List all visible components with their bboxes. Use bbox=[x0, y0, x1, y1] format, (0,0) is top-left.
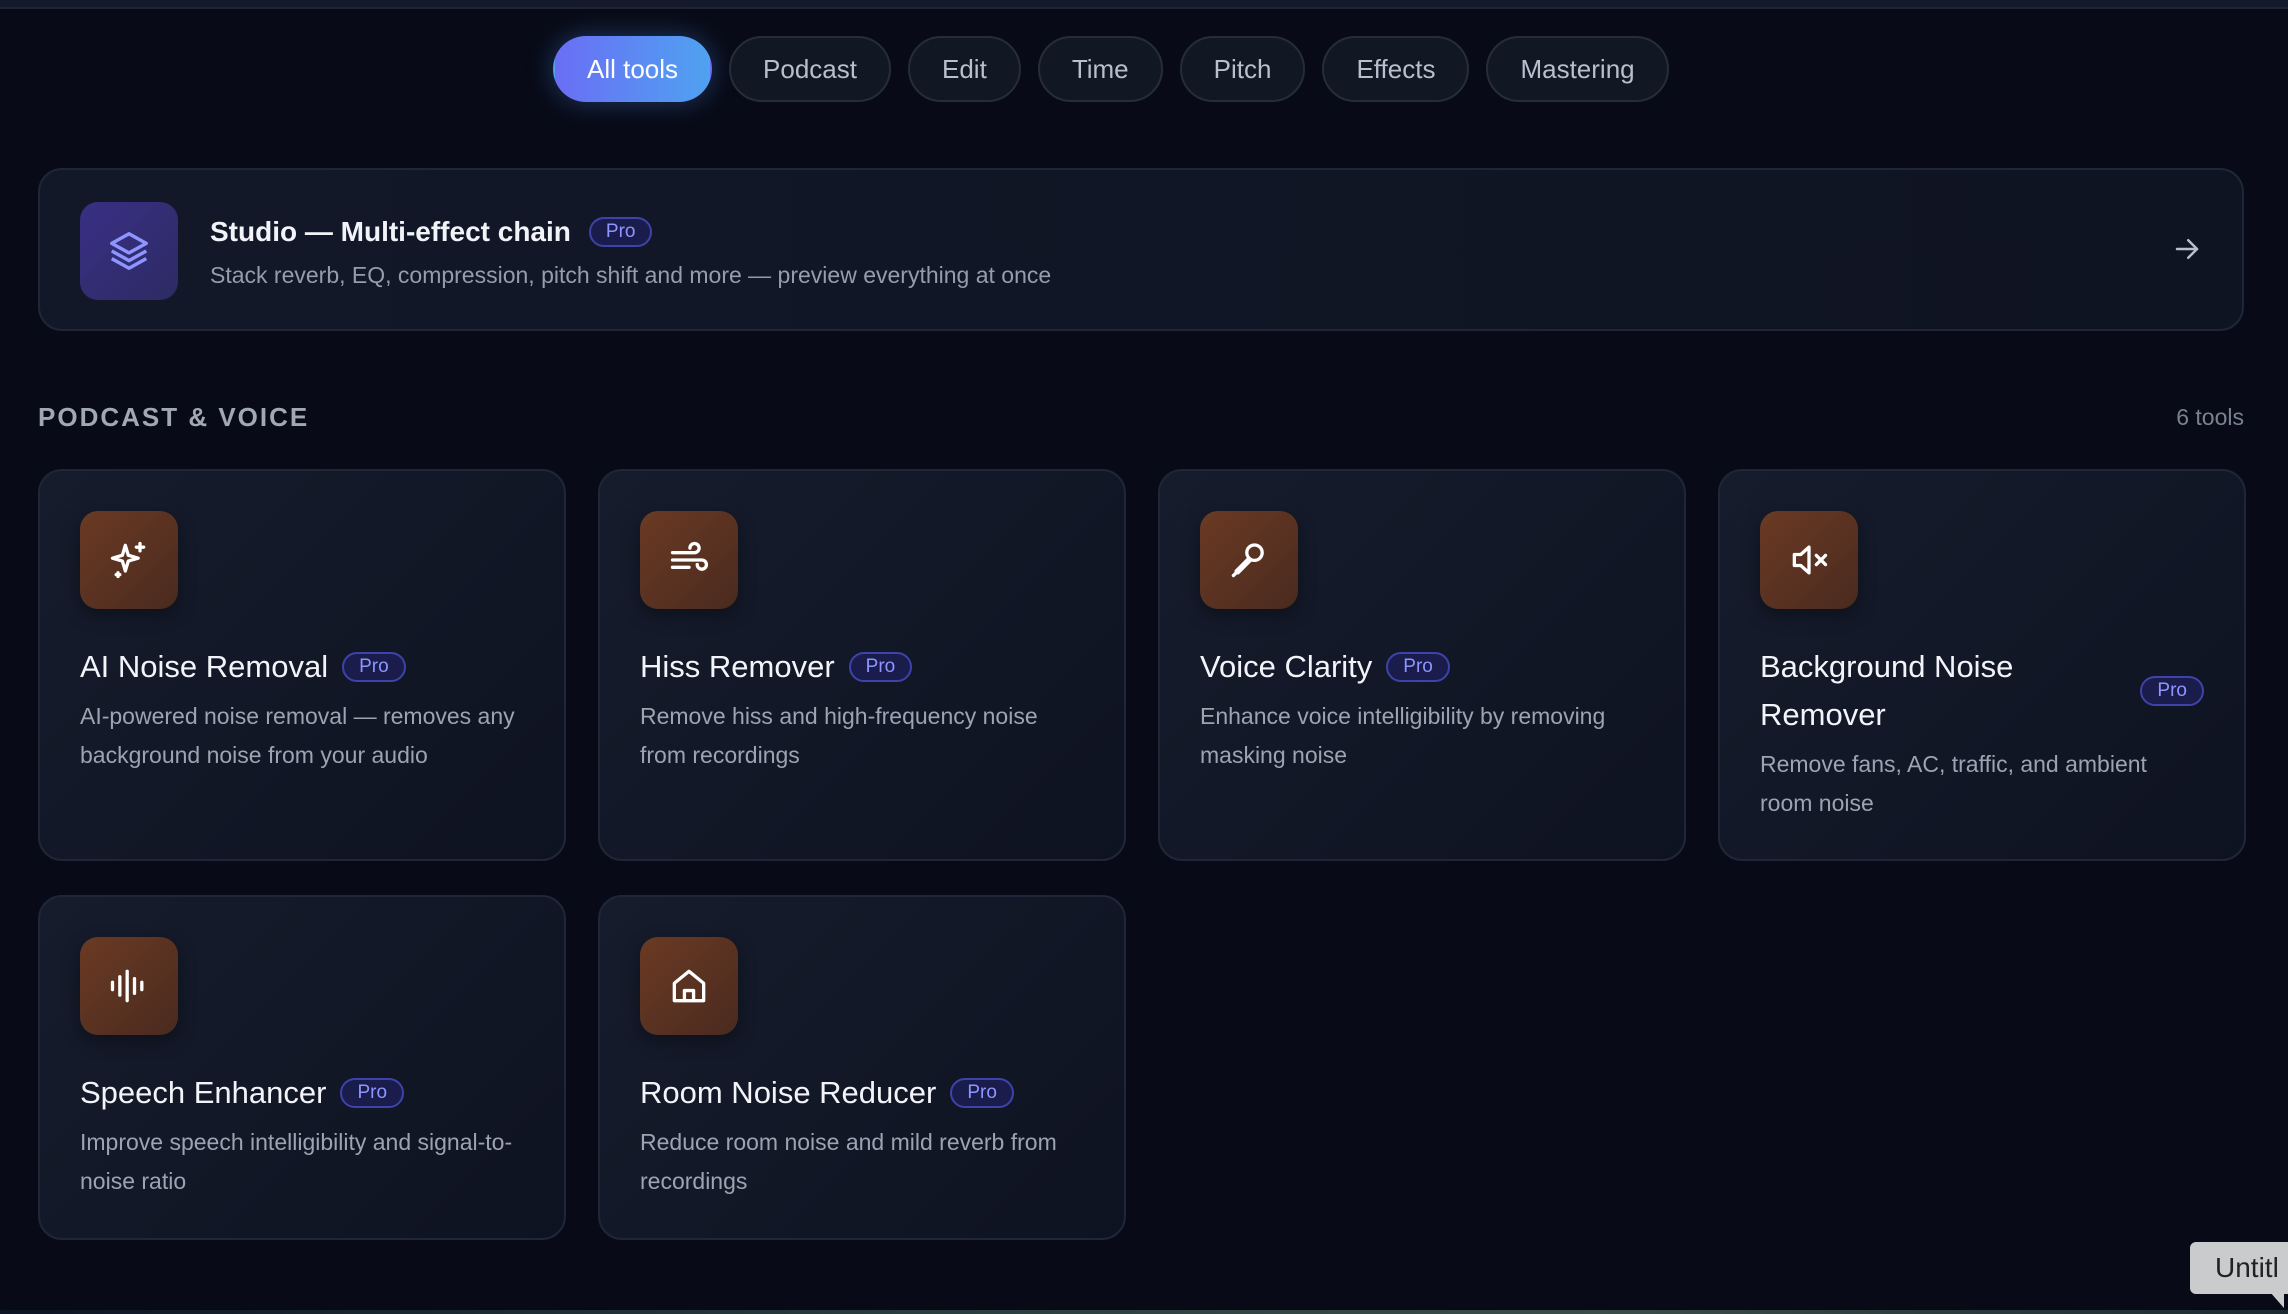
section-title: PODCAST & VOICE bbox=[38, 402, 310, 432]
sparkles-icon bbox=[80, 511, 178, 609]
tool-card-header: Voice Clarity Pro bbox=[1200, 643, 1644, 691]
tool-description: Improve speech intelligibility and signa… bbox=[80, 1129, 513, 1194]
studio-title: Studio — Multi-effect chain bbox=[210, 216, 571, 247]
tab-all-tools[interactable]: All tools bbox=[553, 36, 713, 102]
tab-pitch[interactable]: Pitch bbox=[1179, 36, 1306, 102]
tab-mastering[interactable]: Mastering bbox=[1486, 36, 1669, 102]
tool-name: AI Noise Removal bbox=[80, 649, 329, 684]
tab-podcast[interactable]: Podcast bbox=[729, 36, 891, 102]
tool-name: Speech Enhancer bbox=[80, 1075, 327, 1110]
tool-card-speech-enhancer[interactable]: Speech Enhancer Pro Improve speech intel… bbox=[38, 895, 566, 1240]
tool-card-voice-clarity[interactable]: Voice Clarity Pro Enhance voice intellig… bbox=[1158, 469, 1686, 861]
pro-badge: Pro bbox=[342, 652, 406, 682]
tool-card-hiss-remover[interactable]: Hiss Remover Pro Remove hiss and high-fr… bbox=[598, 469, 1126, 861]
tool-description: Remove fans, AC, traffic, and ambient ro… bbox=[1760, 751, 2147, 816]
layers-icon bbox=[80, 202, 178, 300]
tool-card-header: Background Noise Remover Pro bbox=[1760, 643, 2204, 739]
pro-badge: Pro bbox=[950, 1078, 1014, 1108]
tool-card-header: Room Noise Reducer Pro bbox=[640, 1069, 1084, 1117]
bottom-edge bbox=[0, 1310, 2288, 1314]
tool-description: Enhance voice intelligibility by removin… bbox=[1200, 703, 1606, 768]
tab-effects[interactable]: Effects bbox=[1322, 36, 1470, 102]
tab-time[interactable]: Time bbox=[1037, 36, 1163, 102]
tool-description: Reduce room noise and mild reverb from r… bbox=[640, 1129, 1057, 1194]
pro-badge: Pro bbox=[848, 652, 913, 682]
tool-card-header: AI Noise Removal Pro bbox=[80, 643, 524, 691]
tool-card-background-noise-remover[interactable]: Background Noise Remover Pro Remove fans… bbox=[1718, 469, 2246, 861]
waveform-icon bbox=[80, 937, 178, 1035]
tab-edit[interactable]: Edit bbox=[908, 36, 1021, 102]
section-count: 6 tools bbox=[2176, 404, 2244, 430]
tooltip: Untitl bbox=[2190, 1242, 2288, 1294]
studio-title-row: Studio — Multi-effect chain Pro bbox=[210, 216, 653, 248]
pro-badge: Pro bbox=[1386, 652, 1450, 682]
tool-name: Room Noise Reducer bbox=[640, 1075, 937, 1110]
filter-tabs: All tools Podcast Edit Time Pitch Effect… bbox=[553, 36, 1669, 102]
top-divider bbox=[0, 0, 2288, 9]
tool-card-room-noise-reducer[interactable]: Room Noise Reducer Pro Reduce room noise… bbox=[598, 895, 1126, 1240]
tool-card-header: Hiss Remover Pro bbox=[640, 643, 1084, 691]
pro-badge: Pro bbox=[340, 1078, 405, 1108]
speaker-mute-icon bbox=[1760, 511, 1858, 609]
arrow-right-icon[interactable] bbox=[2172, 234, 2202, 264]
studio-banner[interactable]: Studio — Multi-effect chain Pro Stack re… bbox=[38, 168, 2244, 331]
tool-description: AI-powered noise removal — removes any b… bbox=[80, 703, 515, 768]
home-icon bbox=[640, 937, 738, 1035]
pro-badge: Pro bbox=[2140, 676, 2204, 706]
tool-card-ai-noise-removal[interactable]: AI Noise Removal Pro AI-powered noise re… bbox=[38, 469, 566, 861]
tool-description: Remove hiss and high-frequency noise fro… bbox=[640, 703, 1038, 768]
pro-badge: Pro bbox=[588, 217, 653, 247]
tool-name: Voice Clarity bbox=[1200, 649, 1373, 684]
tool-name: Background Noise Remover bbox=[1760, 649, 2014, 732]
wind-icon bbox=[640, 511, 738, 609]
studio-description: Stack reverb, EQ, compression, pitch shi… bbox=[210, 262, 1052, 288]
tool-name: Hiss Remover bbox=[640, 649, 835, 684]
tool-card-header: Speech Enhancer Pro bbox=[80, 1069, 524, 1117]
tooltip-tail bbox=[2270, 1292, 2284, 1308]
microphone-icon bbox=[1200, 511, 1298, 609]
